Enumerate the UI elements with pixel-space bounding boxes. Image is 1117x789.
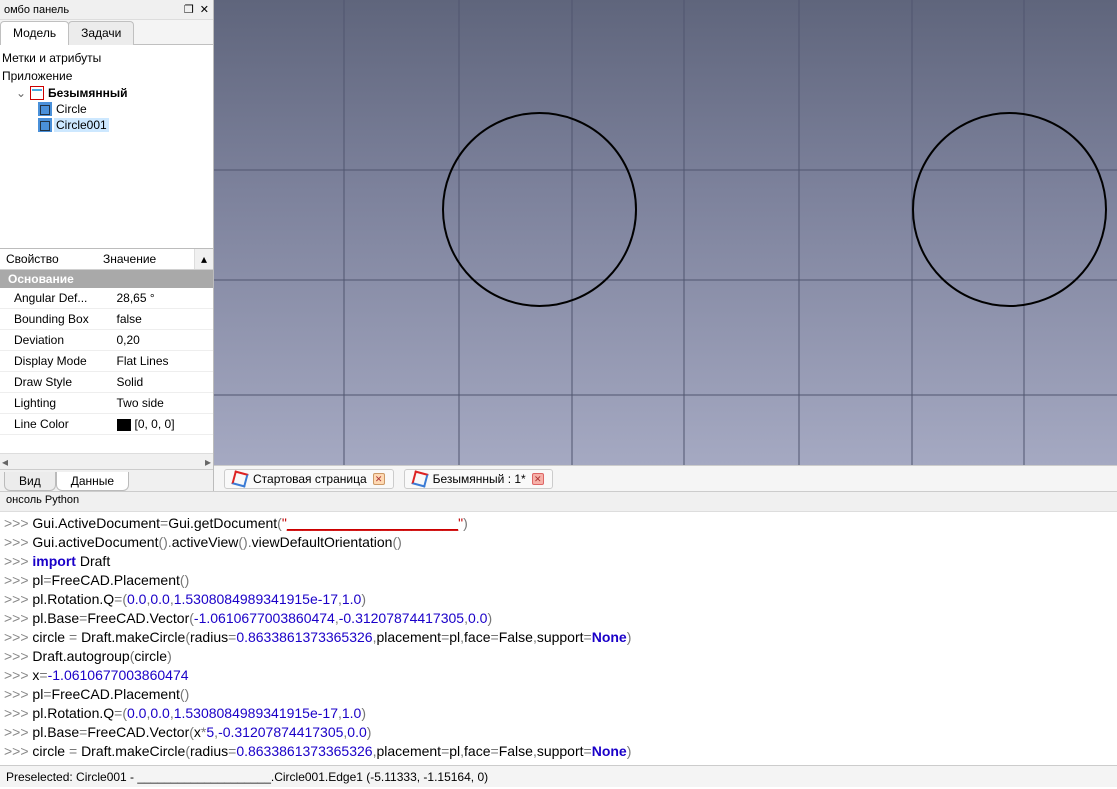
console-line: >>> pl=FreeCAD.Placement() bbox=[4, 685, 1113, 704]
prompt: >>> bbox=[4, 534, 32, 550]
prompt: >>> bbox=[4, 667, 32, 683]
property-row[interactable]: Line Color[0, 0, 0] bbox=[0, 414, 213, 435]
viewport-3d[interactable] bbox=[214, 0, 1117, 465]
tree-item-circle[interactable]: Circle bbox=[2, 101, 211, 117]
scroll-up-icon[interactable]: ▴ bbox=[194, 249, 213, 269]
doc-tab-start[interactable]: Стартовая страница ✕ bbox=[224, 469, 394, 489]
prop-header-key[interactable]: Свойство bbox=[0, 249, 97, 269]
tree-item-label: Circle bbox=[54, 102, 89, 116]
doc-tab-unnamed[interactable]: Безымянный : 1* ✕ bbox=[404, 469, 553, 489]
circle-icon bbox=[38, 118, 52, 132]
property-row[interactable]: LightingTwo side bbox=[0, 393, 213, 414]
model-tree[interactable]: Метки и атрибуты Приложение ⌄ Безымянный… bbox=[0, 44, 213, 248]
document-icon bbox=[30, 86, 44, 100]
console-line: >>> import Draft bbox=[4, 552, 1113, 571]
color-swatch bbox=[117, 419, 131, 431]
console-line: >>> Gui.ActiveDocument=Gui.getDocument("… bbox=[4, 514, 1113, 533]
property-row[interactable]: Deviation0,20 bbox=[0, 330, 213, 351]
doc-tab-label: Безымянный : 1* bbox=[433, 472, 526, 486]
property-key: Draw Style bbox=[0, 372, 111, 392]
freecad-icon bbox=[233, 472, 247, 486]
prompt: >>> bbox=[4, 610, 32, 626]
python-console[interactable]: >>> Gui.ActiveDocument=Gui.getDocument("… bbox=[0, 511, 1117, 765]
prompt: >>> bbox=[4, 705, 32, 721]
horizontal-scrollbar[interactable]: ◂ ▸ bbox=[0, 453, 213, 469]
console-line: >>> pl.Base=FreeCAD.Vector(x*5,-0.312078… bbox=[4, 723, 1113, 742]
close-icon[interactable]: ✕ bbox=[200, 3, 209, 16]
scroll-left-icon[interactable]: ◂ bbox=[2, 455, 8, 469]
property-value[interactable]: Two side bbox=[111, 393, 214, 413]
close-icon[interactable]: ✕ bbox=[373, 473, 385, 485]
scroll-right-icon[interactable]: ▸ bbox=[205, 455, 211, 469]
property-row[interactable]: Bounding Boxfalse bbox=[0, 309, 213, 330]
property-key: Display Mode bbox=[0, 351, 111, 371]
property-value[interactable]: Flat Lines bbox=[111, 351, 214, 371]
labels-heading: Метки и атрибуты bbox=[2, 49, 211, 67]
prompt: >>> bbox=[4, 648, 32, 664]
property-key: Angular Def... bbox=[0, 288, 111, 308]
tree-document[interactable]: ⌄ Безымянный bbox=[2, 85, 211, 101]
close-icon[interactable]: ✕ bbox=[532, 473, 544, 485]
property-row[interactable]: Draw StyleSolid bbox=[0, 372, 213, 393]
circle-1[interactable] bbox=[442, 112, 637, 307]
doc-tab-label: Стартовая страница bbox=[253, 472, 367, 486]
console-line: >>> circle = Draft.makeCircle(radius=0.8… bbox=[4, 628, 1113, 647]
tree-item-label: Circle001 bbox=[54, 118, 109, 132]
property-value[interactable]: false bbox=[111, 309, 214, 329]
property-panel: Свойство Значение ▴ Основание Angular De… bbox=[0, 248, 213, 491]
status-text: Preselected: Circle001 - _______________… bbox=[6, 770, 488, 784]
console-line: >>> pl.Rotation.Q=(0.0,0.0,1.53080849893… bbox=[4, 590, 1113, 609]
prompt: >>> bbox=[4, 591, 32, 607]
property-row[interactable]: Display ModeFlat Lines bbox=[0, 351, 213, 372]
console-line: >>> pl.Rotation.Q=(0.0,0.0,1.53080849893… bbox=[4, 704, 1113, 723]
document-tabs: Стартовая страница ✕ Безымянный : 1* ✕ bbox=[214, 465, 1117, 491]
property-key: Lighting bbox=[0, 393, 111, 413]
undock-icon[interactable]: ❐ bbox=[184, 3, 194, 16]
freecad-icon bbox=[413, 472, 427, 486]
prompt: >>> bbox=[4, 724, 32, 740]
prop-section-base: Основание bbox=[0, 270, 213, 288]
prompt: >>> bbox=[4, 515, 32, 531]
prompt: >>> bbox=[4, 553, 32, 569]
console-line: >>> Gui.activeDocument().activeView().vi… bbox=[4, 533, 1113, 552]
tree-item-circle001[interactable]: Circle001 bbox=[2, 117, 211, 133]
python-console-title: онсоль Python bbox=[0, 491, 1117, 511]
property-value[interactable]: [0, 0, 0] bbox=[111, 414, 214, 434]
circle-2[interactable] bbox=[912, 112, 1107, 307]
prompt: >>> bbox=[4, 743, 32, 759]
property-list[interactable]: Основание Angular Def...28,65 °Bounding … bbox=[0, 270, 213, 453]
property-value[interactable]: 28,65 ° bbox=[111, 288, 214, 308]
combo-panel-title: омбо панель bbox=[4, 4, 69, 16]
property-key: Bounding Box bbox=[0, 309, 111, 329]
console-line: >>> circle = Draft.makeCircle(radius=0.8… bbox=[4, 742, 1113, 761]
circle-icon bbox=[38, 102, 52, 116]
console-line: >>> x=-1.0610677003860474 bbox=[4, 666, 1113, 685]
tab-view[interactable]: Вид bbox=[4, 472, 56, 491]
application-heading: Приложение bbox=[2, 67, 211, 85]
tab-data[interactable]: Данные bbox=[56, 472, 129, 491]
property-key: Deviation bbox=[0, 330, 111, 350]
property-key: Line Color bbox=[0, 414, 111, 434]
console-line: >>> Draft.autogroup(circle) bbox=[4, 647, 1113, 666]
console-line: >>> pl.Base=FreeCAD.Vector(-1.0610677003… bbox=[4, 609, 1113, 628]
combo-panel: омбо панель ❐ ✕ Модель Задачи Метки и ат… bbox=[0, 0, 214, 491]
tab-model[interactable]: Модель bbox=[0, 21, 69, 45]
prop-header-val[interactable]: Значение bbox=[97, 249, 194, 269]
property-value[interactable]: Solid bbox=[111, 372, 214, 392]
tab-tasks[interactable]: Задачи bbox=[68, 21, 134, 45]
status-bar: Preselected: Circle001 - _______________… bbox=[0, 765, 1117, 787]
chevron-down-icon[interactable]: ⌄ bbox=[16, 86, 28, 100]
prompt: >>> bbox=[4, 686, 32, 702]
console-line: >>> pl=FreeCAD.Placement() bbox=[4, 571, 1113, 590]
property-row[interactable]: Angular Def...28,65 ° bbox=[0, 288, 213, 309]
prompt: >>> bbox=[4, 629, 32, 645]
document-label: Безымянный bbox=[46, 86, 130, 100]
prompt: >>> bbox=[4, 572, 32, 588]
property-value[interactable]: 0,20 bbox=[111, 330, 214, 350]
